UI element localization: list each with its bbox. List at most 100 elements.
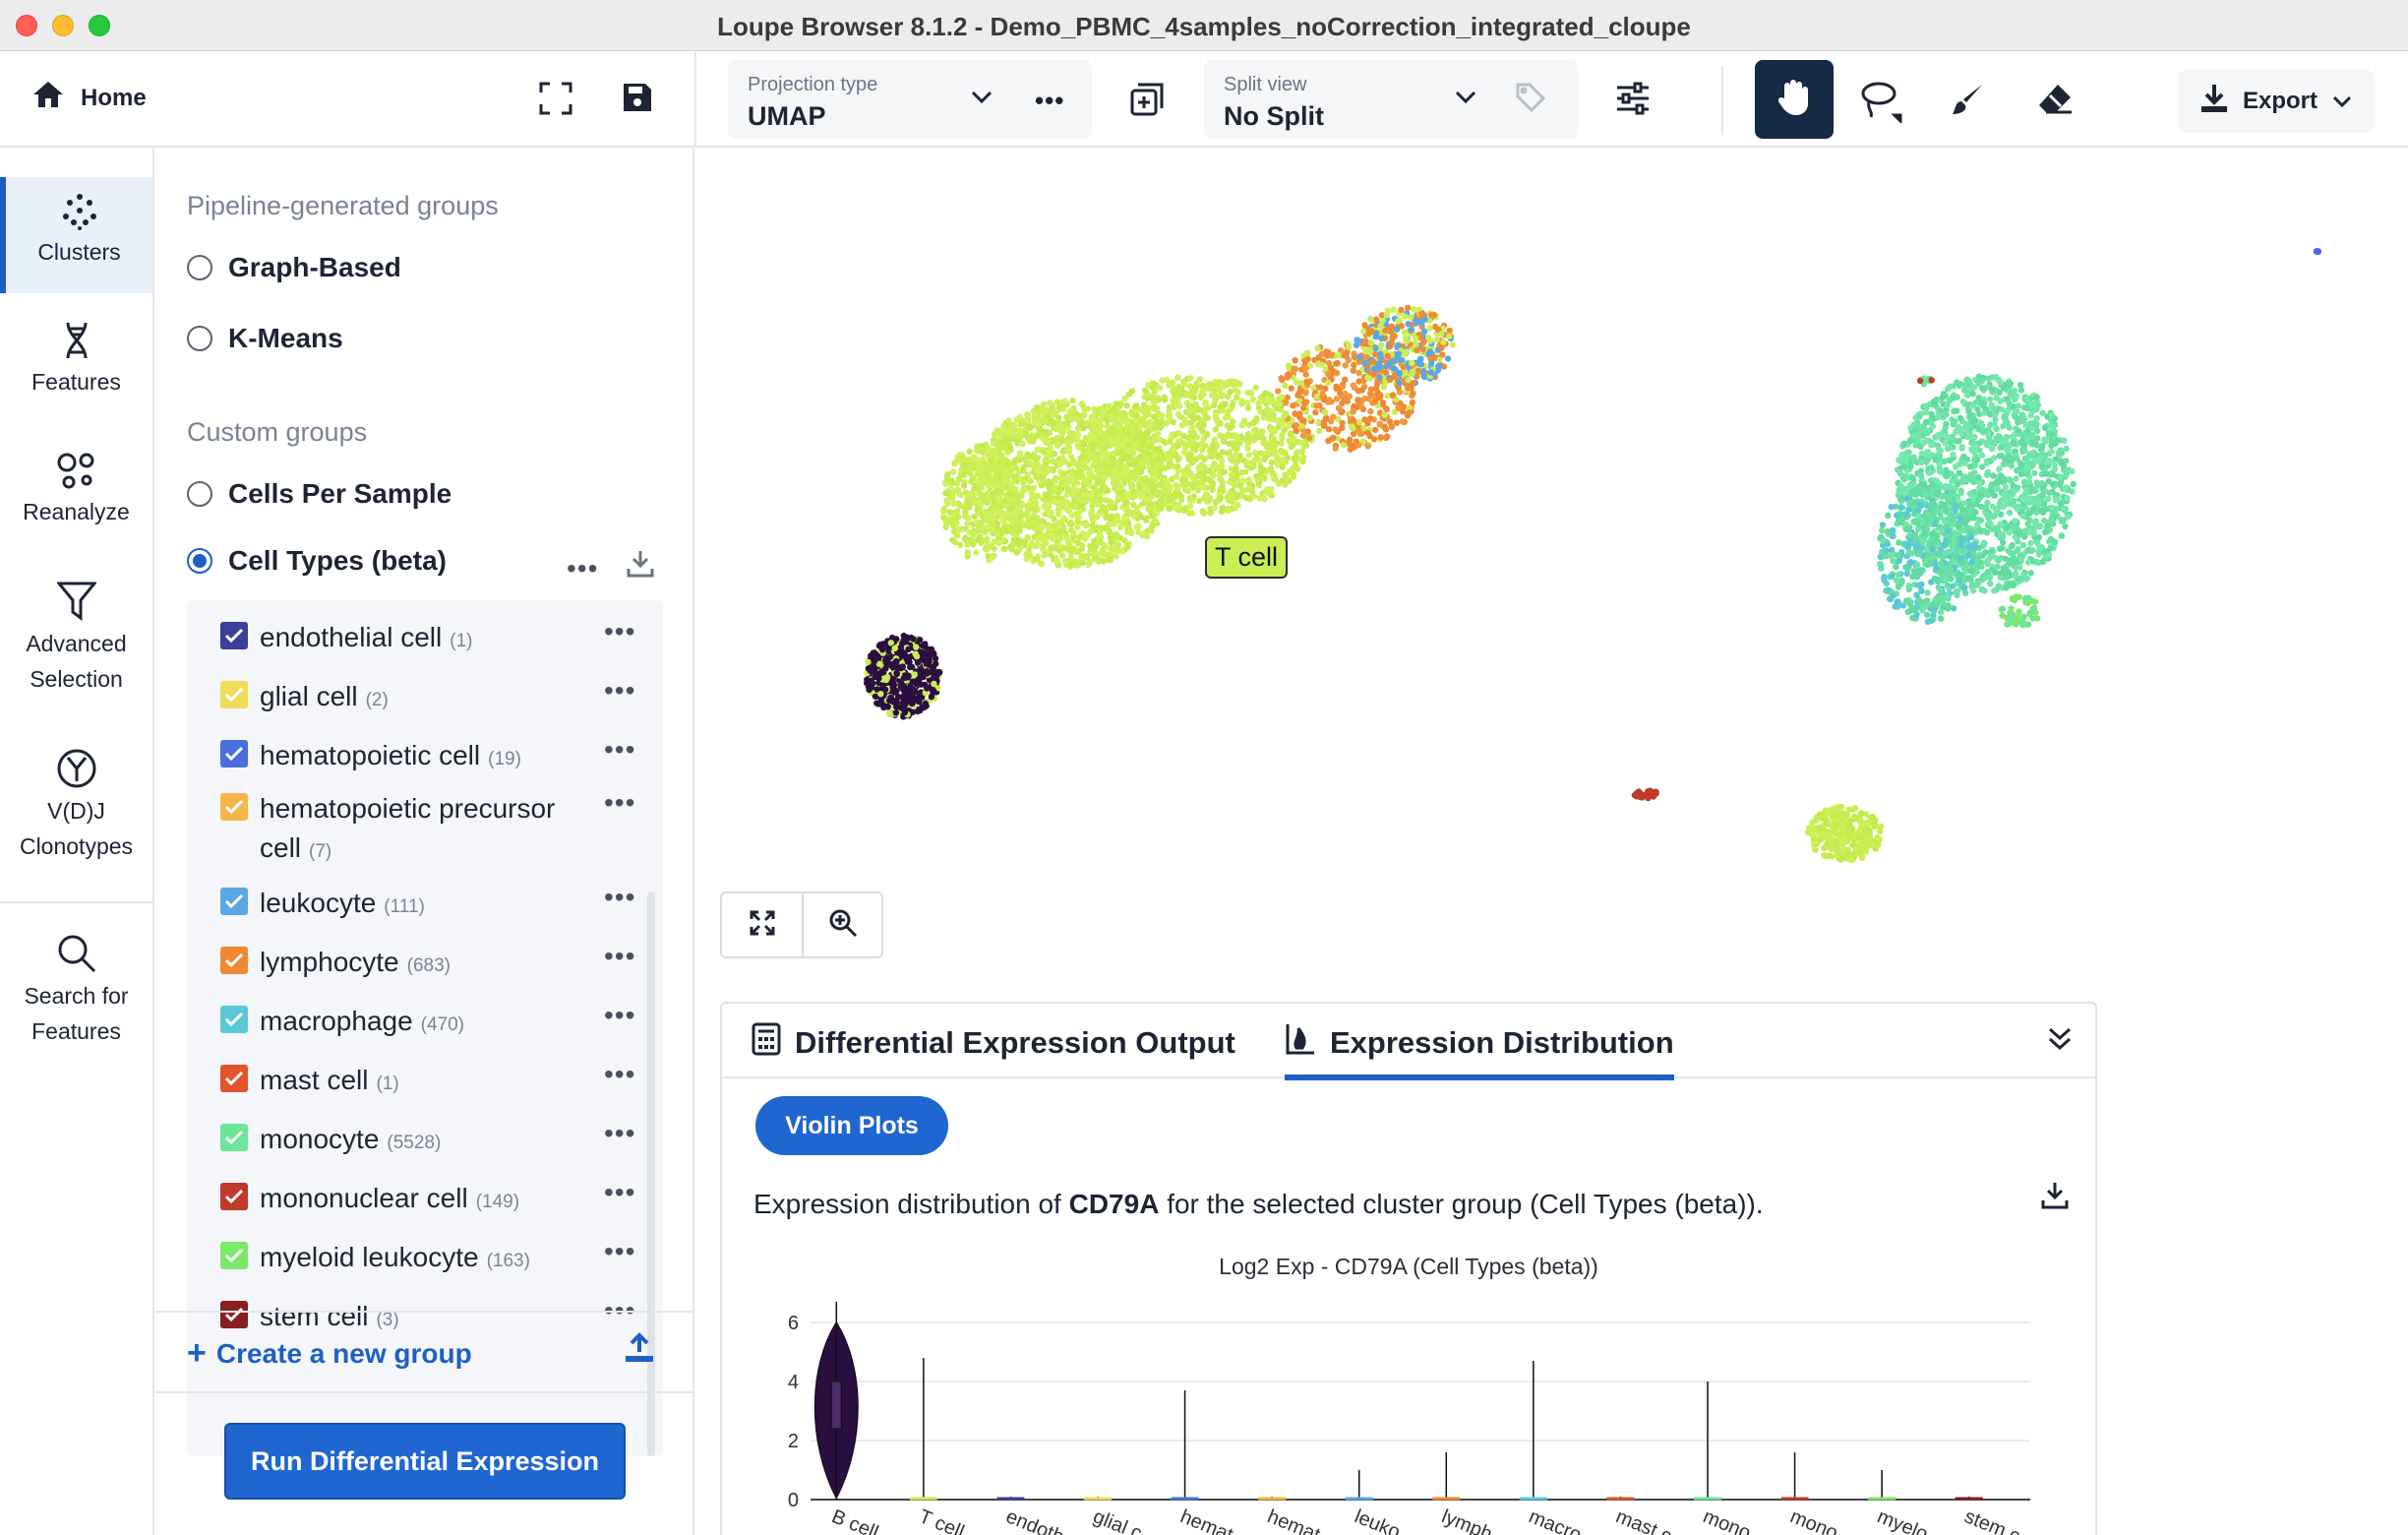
cluster-outlier [2313, 248, 2322, 256]
chevron-down-icon [1454, 90, 1477, 110]
upload-icon[interactable] [624, 1332, 655, 1369]
checkbox-checked[interactable] [220, 1242, 248, 1269]
checkbox-checked[interactable] [220, 681, 248, 708]
brush-icon[interactable] [1950, 82, 1985, 117]
checkbox-checked[interactable] [220, 947, 248, 974]
radio-button[interactable] [187, 481, 212, 507]
zoom-in-icon [828, 908, 858, 943]
checkbox-checked[interactable] [220, 1006, 248, 1033]
nav-item-clusters[interactable]: Clusters [0, 177, 152, 293]
home-button[interactable]: Home [31, 80, 147, 116]
nav-item-advanced-selection[interactable]: Advanced Selection [0, 581, 152, 697]
cell-type-more-icon[interactable]: ••• [604, 882, 635, 913]
tag-icon[interactable] [1515, 82, 1546, 118]
projection-type-dropdown[interactable]: Projection type UMAP ••• [728, 60, 1092, 139]
nav-item-features[interactable]: Features [0, 321, 152, 399]
export-button[interactable]: Export [2178, 70, 2375, 133]
umap-scatter[interactable] [696, 150, 2408, 897]
checkmark-icon [224, 1307, 244, 1322]
cell-type-name: monocyte (5528) [260, 1120, 584, 1163]
checkbox-checked[interactable] [220, 888, 248, 915]
expression-description: Expression distribution of CD79A for the… [753, 1189, 1764, 1220]
cell-types-more-icon[interactable]: ••• [567, 553, 598, 584]
toolbar: Home Projection type UMAP ••• Split view… [0, 52, 2408, 148]
nav-rail: Clusters Features Reanalyze Advanced Sel… [0, 148, 154, 1535]
radio-k-means[interactable]: K-Means [187, 323, 343, 354]
dna-icon [0, 321, 152, 360]
cell-type-more-icon[interactable]: ••• [604, 675, 635, 706]
checkbox-checked[interactable] [220, 1183, 248, 1210]
checkbox-checked[interactable] [220, 740, 248, 768]
analysis-panel: Differential Expression Output Expressio… [720, 1002, 2097, 1535]
projection-type-label: Projection type [748, 74, 878, 95]
cell-type-label: mast cell [260, 1065, 369, 1095]
radio-label: Cell Types (beta) [228, 545, 447, 576]
checkbox-checked[interactable] [220, 1301, 248, 1328]
zoom-button[interactable] [802, 893, 881, 956]
cell-type-more-icon[interactable]: ••• [604, 941, 635, 972]
checkmark-icon [224, 746, 244, 762]
checkmark-icon [224, 1189, 244, 1204]
nav-item-reanalyze[interactable]: Reanalyze [0, 451, 152, 529]
cell-type-more-icon[interactable]: ••• [604, 734, 635, 766]
checkmark-icon [224, 628, 244, 644]
nav-item-vdj-clonotypes[interactable]: V(D)J Clonotypes [0, 748, 152, 864]
cluster-lymphocyte-tip [1353, 304, 1456, 387]
tab-expr-label: Expression Distribution [1330, 1025, 1674, 1060]
cell-type-more-icon[interactable]: ••• [604, 1236, 635, 1267]
split-view-dropdown[interactable]: Split view No Split [1204, 60, 1578, 139]
scrollbar[interactable] [647, 891, 655, 1456]
cluster-mast [1916, 375, 1935, 388]
save-icon[interactable] [622, 82, 653, 113]
nav-vdj-label: V(D)J Clonotypes [19, 798, 134, 859]
violin-plots-button[interactable]: Violin Plots [755, 1096, 948, 1155]
settings-sliders-icon[interactable] [1615, 82, 1651, 115]
cell-type-more-icon[interactable]: ••• [604, 787, 635, 819]
cell-type-more-icon[interactable]: ••• [604, 1000, 635, 1031]
checkbox-checked[interactable] [220, 793, 248, 821]
fullscreen-icon[interactable] [539, 82, 572, 115]
radio-button[interactable] [187, 255, 212, 280]
cell-type-count: (2) [365, 690, 389, 710]
pan-tool-button[interactable] [1755, 60, 1834, 139]
checkbox-checked[interactable] [220, 1124, 248, 1151]
cell-type-more-icon[interactable]: ••• [604, 616, 635, 647]
home-label: Home [81, 84, 147, 111]
download-chart-icon[interactable] [2040, 1181, 2070, 1215]
cell-type-name: leukocyte (111) [260, 884, 584, 927]
x-tick-label: B cell [828, 1505, 881, 1535]
nav-item-search-features[interactable]: Search for Features [0, 933, 152, 1049]
fit-view-button[interactable] [722, 893, 802, 956]
cell-type-more-icon[interactable]: ••• [604, 1118, 635, 1149]
checkmark-icon [224, 1071, 244, 1086]
y-tick-label: 4 [788, 1372, 799, 1393]
collapse-panel-icon[interactable] [2046, 1025, 2074, 1058]
chevron-down-icon [2331, 88, 2353, 115]
cell-type-more-icon[interactable]: ••• [604, 1177, 635, 1208]
lasso-icon[interactable] [1859, 80, 1902, 123]
plus-icon: + [187, 1334, 207, 1372]
radio-cells-per-sample[interactable]: Cells Per Sample [187, 478, 452, 510]
umap-plot-area[interactable]: T cell Differential Expression Output Ex… [696, 150, 2408, 1535]
radio-label: K-Means [228, 323, 343, 353]
x-tick-label: hemat [1177, 1505, 1236, 1535]
tab-differential-expression[interactable]: Differential Expression Output [752, 1017, 1235, 1069]
radio-button[interactable] [187, 326, 212, 351]
radio-cell-types[interactable]: Cell Types (beta) [187, 545, 447, 577]
checkbox-checked[interactable] [220, 622, 248, 649]
radio-graph-based[interactable]: Graph-Based [187, 252, 401, 283]
checkbox-checked[interactable] [220, 1065, 248, 1092]
y-tick-label: 2 [788, 1431, 799, 1452]
create-group-link[interactable]: + Create a new group [187, 1334, 472, 1373]
nav-features-label: Features [31, 369, 121, 395]
tab-expression-distribution[interactable]: Expression Distribution [1285, 1017, 1674, 1080]
projection-more-icon[interactable]: ••• [1035, 86, 1064, 116]
tab-de-label: Differential Expression Output [795, 1025, 1235, 1060]
run-differential-expression-button[interactable]: Run Differential Expression [224, 1423, 626, 1500]
cell-type-label: endothelial cell [260, 622, 443, 652]
download-icon[interactable] [626, 549, 655, 583]
radio-button-selected[interactable] [187, 548, 212, 574]
cell-type-more-icon[interactable]: ••• [604, 1059, 635, 1090]
eraser-icon[interactable] [2036, 82, 2074, 117]
new-projection-icon[interactable] [1129, 82, 1165, 117]
